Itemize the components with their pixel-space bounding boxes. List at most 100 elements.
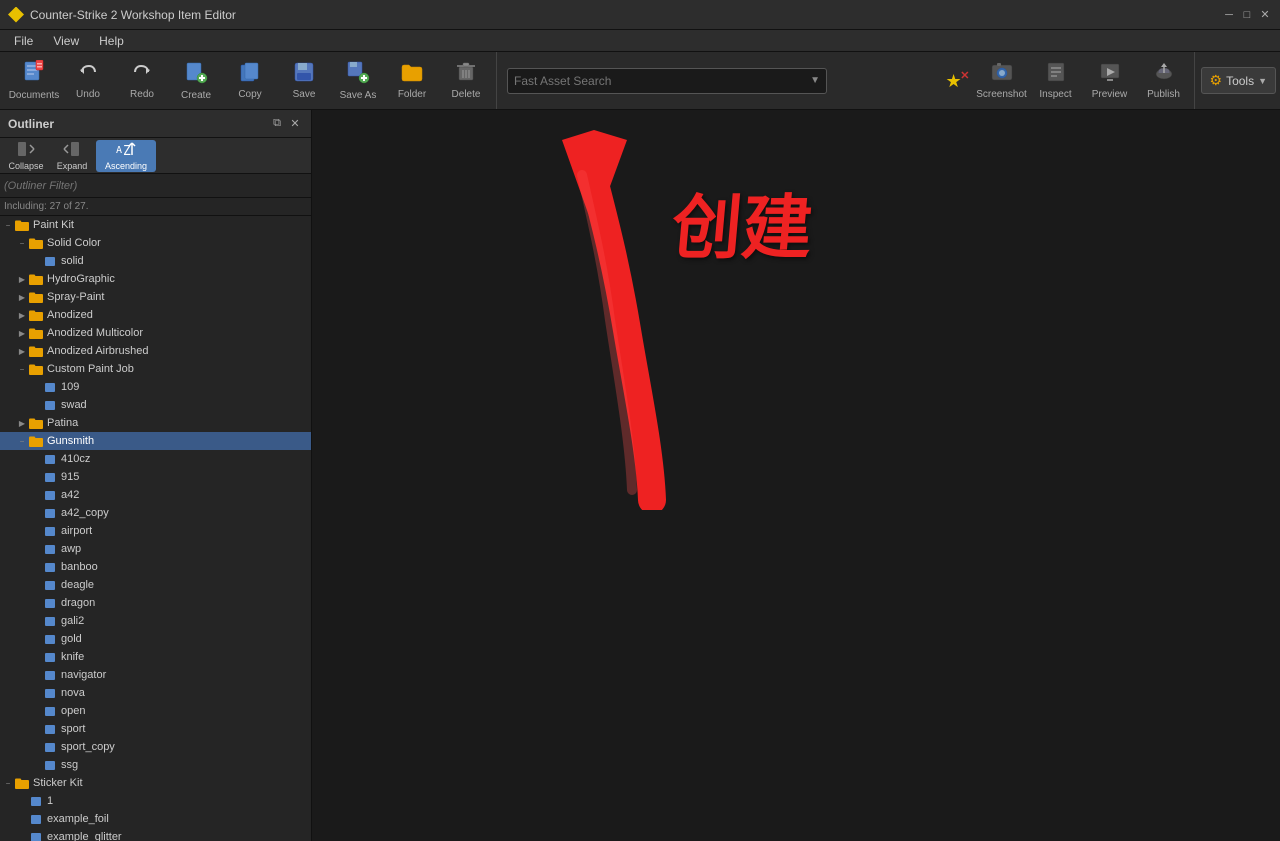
screenshot-button[interactable]: Screenshot (976, 56, 1028, 106)
tree-node-deagle[interactable]: deagle (0, 576, 311, 594)
tree-node-410cz[interactable]: 410cz (0, 450, 311, 468)
tree-label: open (61, 705, 85, 717)
save-icon (293, 61, 315, 87)
tree-node-knife[interactable]: knife (0, 648, 311, 666)
tree-node-a42[interactable]: a42 (0, 486, 311, 504)
redo-label: Redo (130, 89, 154, 100)
tree-label: solid (61, 255, 84, 267)
tree-node-solid-color[interactable]: −Solid Color (0, 234, 311, 252)
folder-button[interactable]: Folder (386, 56, 438, 106)
tree-container[interactable]: −Paint Kit−Solid Color solid ▶HydroGraphic… (0, 216, 311, 841)
tree-node-ssg[interactable]: ssg (0, 756, 311, 774)
undo-button[interactable]: Undo (62, 56, 114, 106)
tree-node-nova[interactable]: nova (0, 684, 311, 702)
tree-node-navigator[interactable]: navigator (0, 666, 311, 684)
save-as-label: Save As (340, 90, 377, 101)
tree-node-patina[interactable]: ▶Patina (0, 414, 311, 432)
tree-node-gunsmith[interactable]: −Gunsmith (0, 432, 311, 450)
item-icon (42, 525, 58, 537)
item-icon (42, 723, 58, 735)
tree-node-airport[interactable]: airport (0, 522, 311, 540)
tree-node-spray-paint[interactable]: ▶Spray-Paint (0, 288, 311, 306)
item-icon (42, 615, 58, 627)
tree-label: awp (61, 543, 81, 555)
tree-node-a42-copy[interactable]: a42_copy (0, 504, 311, 522)
preview-button[interactable]: Preview (1084, 56, 1136, 106)
tree-node-gali2[interactable]: gali2 (0, 612, 311, 630)
menu-view[interactable]: View (43, 32, 89, 50)
create-label: Create (181, 90, 211, 101)
redo-button[interactable]: Redo (116, 56, 168, 106)
tree-node-sk-1[interactable]: 1 (0, 792, 311, 810)
outliner-panel: Outliner ⧉ ✕ Collapse E (0, 110, 312, 841)
tree-node-hydrographic[interactable]: ▶HydroGraphic (0, 270, 311, 288)
item-icon (42, 543, 58, 555)
tree-node-open[interactable]: open (0, 702, 311, 720)
save-as-icon (346, 60, 370, 88)
search-dropdown-icon[interactable]: ▼ (810, 75, 820, 86)
tree-node-dragon[interactable]: dragon (0, 594, 311, 612)
ascending-label: Ascending (105, 161, 147, 171)
tree-node-awp[interactable]: awp (0, 540, 311, 558)
tools-label: Tools (1226, 74, 1254, 88)
publish-button[interactable]: Publish (1138, 56, 1190, 106)
tree-label: 1 (47, 795, 53, 807)
tree-node-109[interactable]: 109 (0, 378, 311, 396)
outliner-restore-button[interactable]: ⧉ (269, 116, 285, 132)
title-bar: Counter-Strike 2 Workshop Item Editor ─ … (0, 0, 1280, 30)
tree-label: 410cz (61, 453, 90, 465)
tree-node-example-glitter[interactable]: example_glitter (0, 828, 311, 841)
tree-node-gold[interactable]: gold (0, 630, 311, 648)
copy-label: Copy (238, 89, 261, 100)
delete-button[interactable]: Delete (440, 56, 492, 106)
search-input[interactable] (514, 74, 810, 88)
tree-label: sport (61, 723, 85, 735)
menu-file[interactable]: File (4, 32, 43, 50)
save-button[interactable]: Save (278, 56, 330, 106)
svg-text:A: A (116, 145, 122, 156)
tree-label: sport_copy (61, 741, 115, 753)
tree-node-anodized[interactable]: ▶Anodized (0, 306, 311, 324)
tree-node-sport[interactable]: sport (0, 720, 311, 738)
tree-node-sport-copy[interactable]: sport_copy (0, 738, 311, 756)
menu-help[interactable]: Help (89, 32, 134, 50)
star-x-icon[interactable]: ★ ✕ (946, 71, 966, 91)
minimize-button[interactable]: ─ (1222, 8, 1236, 22)
outliner-close-button[interactable]: ✕ (287, 116, 303, 132)
close-button[interactable]: ✕ (1258, 8, 1272, 22)
item-icon (42, 687, 58, 699)
tree-label: Anodized Airbrushed (47, 345, 149, 357)
save-as-button[interactable]: Save As (332, 56, 384, 106)
tree-node-anodized-multicolor[interactable]: ▶Anodized Multicolor (0, 324, 311, 342)
tree-label: navigator (61, 669, 106, 681)
create-button[interactable]: Create (170, 56, 222, 106)
folder-icon (28, 273, 44, 285)
tools-button[interactable]: ⚙ Tools ▼ (1201, 67, 1277, 94)
collapse-button[interactable]: Collapse (4, 140, 48, 172)
tree-node-solid[interactable]: solid (0, 252, 311, 270)
tree-label: dragon (61, 597, 95, 609)
outliner-header-buttons: ⧉ ✕ (269, 116, 303, 132)
tree-node-banboo[interactable]: banboo (0, 558, 311, 576)
folder-icon (400, 61, 424, 87)
tree-node-paint-kit[interactable]: −Paint Kit (0, 216, 311, 234)
tree-node-custom-paint-job[interactable]: −Custom Paint Job (0, 360, 311, 378)
tree-node-anodized-airbrushed[interactable]: ▶Anodized Airbrushed (0, 342, 311, 360)
item-icon (42, 507, 58, 519)
delete-icon (455, 61, 477, 87)
maximize-button[interactable]: □ (1240, 8, 1254, 22)
viewport: 创建 (312, 110, 1280, 841)
tree-node-915[interactable]: 915 (0, 468, 311, 486)
tree-label: Anodized (47, 309, 93, 321)
documents-button[interactable]: Documents (8, 56, 60, 106)
tree-label: 915 (61, 471, 79, 483)
tree-node-example-foil[interactable]: example_foil (0, 810, 311, 828)
ascending-button[interactable]: AZ Ascending (96, 140, 156, 172)
tree-node-sticker-kit[interactable]: −Sticker Kit (0, 774, 311, 792)
tree-node-swad[interactable]: swad (0, 396, 311, 414)
folder-icon (14, 219, 30, 231)
expand-button[interactable]: Expand (50, 140, 94, 172)
filter-input[interactable] (4, 180, 307, 192)
copy-button[interactable]: Copy (224, 56, 276, 106)
inspect-button[interactable]: Inspect (1030, 56, 1082, 106)
